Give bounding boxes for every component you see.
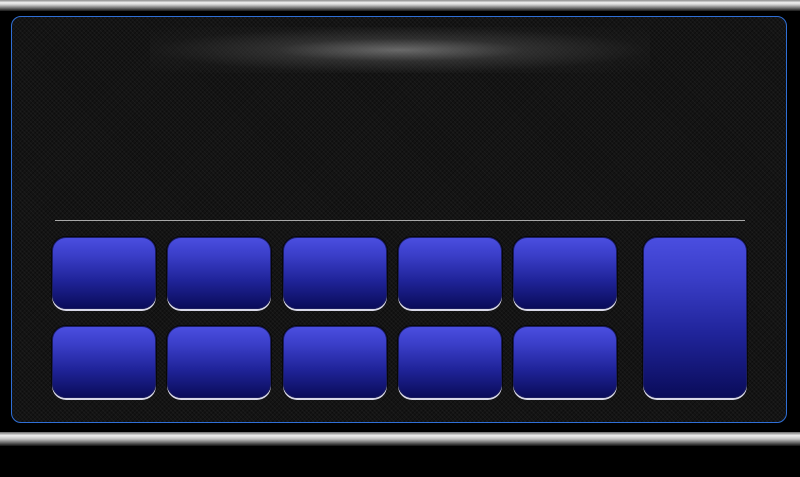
display-area <box>55 75 745 215</box>
keypad-button-r1-c2[interactable] <box>167 237 271 309</box>
keypad-button-r1-c3[interactable] <box>283 237 387 309</box>
keypad-button-r1-c5[interactable] <box>513 237 617 309</box>
keypad-button-r1-c4[interactable] <box>398 237 502 309</box>
keypad-button-r2-c5[interactable] <box>513 326 617 398</box>
keypad-button-r2-c4[interactable] <box>398 326 502 398</box>
touch-screen <box>0 0 800 477</box>
top-bezel <box>0 0 800 11</box>
display-divider <box>55 220 745 221</box>
keypad-button-r2-c1[interactable] <box>52 326 156 398</box>
bottom-strip <box>0 446 800 477</box>
keypad-button-r2-c2[interactable] <box>167 326 271 398</box>
keypad-side-button[interactable] <box>643 237 747 398</box>
display-header-glow <box>150 27 650 73</box>
keypad-button-r1-c1[interactable] <box>52 237 156 309</box>
bottom-bezel <box>0 432 800 446</box>
keypad-button-r2-c3[interactable] <box>283 326 387 398</box>
